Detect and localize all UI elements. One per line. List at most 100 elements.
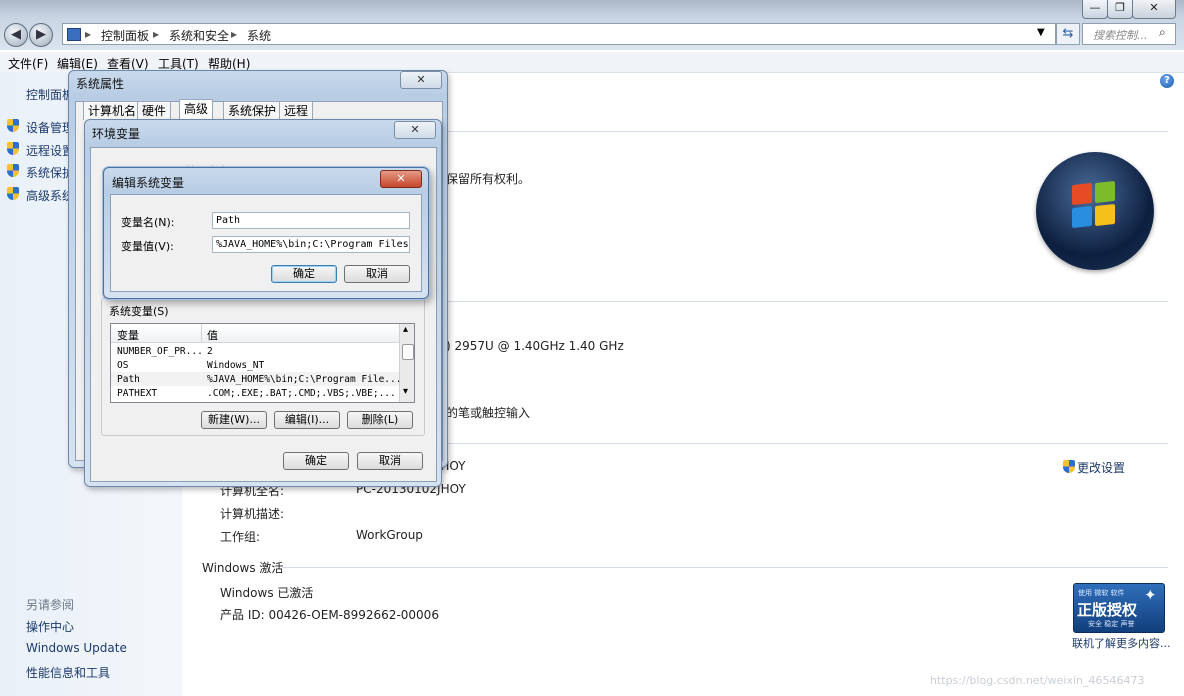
system-properties-title: 系统属性 bbox=[76, 77, 125, 91]
variable-value-label: 变量值(V): bbox=[121, 240, 174, 253]
breadcrumb-system[interactable]: 系统 bbox=[247, 27, 271, 44]
sidebar-item-protection[interactable]: 系统保护 bbox=[26, 164, 74, 181]
address-dropdown-icon[interactable]: ▼ bbox=[1037, 27, 1045, 38]
row-value: Windows_NT bbox=[207, 360, 265, 371]
table-row[interactable]: OS Windows_NT bbox=[111, 358, 399, 372]
system-properties-tabs: 计算机名 硬件 高级 系统保护 远程 bbox=[83, 99, 343, 121]
system-variables-label: 系统变量(S) bbox=[107, 303, 171, 319]
breadcrumb-system-security[interactable]: 系统和安全 bbox=[169, 27, 229, 44]
uac-shield-icon bbox=[7, 187, 19, 200]
tab-advanced[interactable]: 高级 bbox=[179, 99, 214, 120]
windows-logo bbox=[1036, 152, 1154, 270]
variable-value-field[interactable]: %JAVA_HOME%\bin;C:\Program Files (x86 bbox=[212, 236, 410, 253]
variable-name-field[interactable]: Path bbox=[212, 212, 410, 229]
new-variable-button[interactable]: 新建(W)... bbox=[201, 411, 267, 429]
tab-remote[interactable]: 远程 bbox=[279, 101, 314, 120]
breadcrumb-separator-icon: ▸ bbox=[153, 27, 160, 41]
row-variable: PATHEXT bbox=[117, 388, 158, 399]
sidebar-home-link[interactable]: 控制面板 bbox=[26, 86, 74, 103]
search-placeholder: 搜索控制... bbox=[1093, 29, 1148, 42]
row-variable: Path bbox=[117, 374, 140, 385]
link-performance-tools[interactable]: 性能信息和工具 bbox=[26, 664, 110, 681]
refresh-icon[interactable]: ⇆ bbox=[1056, 23, 1080, 45]
genuine-badge: 使用 微软 软件 正版授权 安全 稳定 声誉 ✦ bbox=[1073, 583, 1165, 633]
column-header-value[interactable]: 值 bbox=[207, 327, 218, 343]
breadcrumb-separator-icon: ▸ bbox=[85, 27, 92, 41]
table-row[interactable]: Path %JAVA_HOME%\bin;C:\Program File... bbox=[111, 372, 402, 386]
activation-status: Windows 已激活 bbox=[220, 586, 314, 600]
workgroup-label: 工作组: bbox=[220, 530, 261, 544]
column-header-variable[interactable]: 变量 bbox=[117, 327, 139, 343]
star-icon: ✦ bbox=[1144, 586, 1157, 604]
description-label: 计算机描述: bbox=[220, 507, 285, 521]
forward-button[interactable]: ▶ bbox=[29, 23, 53, 47]
link-action-center[interactable]: 操作中心 bbox=[26, 618, 74, 635]
row-value: %JAVA_HOME%\bin;C:\Program File... bbox=[207, 374, 402, 385]
genuine-badge-title: 正版授权 bbox=[1077, 601, 1138, 619]
environment-variables-title: 环境变量 bbox=[92, 127, 141, 141]
search-icon[interactable]: ⌕ bbox=[1159, 25, 1166, 40]
pen-touch-text: 的笔或触控输入 bbox=[446, 406, 531, 420]
edit-cancel-button[interactable]: 取消 bbox=[344, 265, 410, 283]
search-input[interactable]: 搜索控制... ⌕ bbox=[1082, 23, 1176, 45]
activation-heading: Windows 激活 bbox=[202, 561, 284, 575]
table-row[interactable]: PATHEXT .COM;.EXE;.BAT;.CMD;.VBS;.VBE;..… bbox=[111, 386, 399, 400]
uac-shield-icon bbox=[1063, 460, 1075, 473]
edit-variable-button[interactable]: 编辑(I)... bbox=[274, 411, 340, 429]
edit-variable-close-button[interactable]: ✕ bbox=[380, 170, 422, 188]
variable-name-label: 变量名(N): bbox=[121, 216, 175, 229]
see-also-heading: 另请参阅 bbox=[26, 598, 75, 612]
genuine-learn-more-link[interactable]: 联机了解更多内容... bbox=[1072, 635, 1171, 651]
tab-system-protection[interactable]: 系统保护 bbox=[223, 101, 282, 120]
workgroup-value: WorkGroup bbox=[356, 528, 423, 542]
scroll-down-icon[interactable]: ▾ bbox=[403, 386, 408, 397]
tab-computer-name[interactable]: 计算机名 bbox=[83, 101, 142, 120]
environment-variables-close-button[interactable]: ✕ bbox=[394, 121, 436, 139]
genuine-badge-sub: 安全 稳定 声誉 bbox=[1088, 620, 1135, 628]
breadcrumb-separator-icon: ▸ bbox=[231, 27, 238, 41]
minimize-button[interactable]: — bbox=[1082, 0, 1108, 19]
list-scrollbar[interactable]: ▴ ▾ bbox=[399, 324, 414, 402]
list-header: 变量 值 bbox=[111, 324, 399, 343]
sidebar-item-device-manager[interactable]: 设备管理 bbox=[26, 119, 74, 136]
uac-shield-icon bbox=[7, 164, 19, 177]
address-bar[interactable]: ▸ 控制面板 ▸ 系统和安全 ▸ 系统 ▼ bbox=[62, 23, 1056, 45]
menu-file[interactable]: 文件(F) bbox=[8, 55, 48, 72]
scroll-up-icon[interactable]: ▴ bbox=[403, 324, 408, 335]
maximize-button[interactable]: ❐ bbox=[1107, 0, 1133, 19]
edit-system-variable-dialog: 编辑系统变量 ✕ 变量名(N): Path 变量值(V): %JAVA_HOME… bbox=[103, 167, 429, 299]
env-cancel-button[interactable]: 取消 bbox=[357, 452, 423, 470]
link-windows-update[interactable]: Windows Update bbox=[26, 641, 127, 655]
breadcrumb-control-panel[interactable]: 控制面板 bbox=[101, 27, 149, 44]
processor-text: ) 2957U @ 1.40GHz 1.40 GHz bbox=[446, 339, 624, 353]
control-panel-icon bbox=[67, 28, 81, 41]
change-settings-link[interactable]: 更改设置 bbox=[1077, 459, 1125, 476]
row-value: .COM;.EXE;.BAT;.CMD;.VBS;.VBE;... bbox=[207, 388, 396, 399]
row-value: 2 bbox=[207, 346, 213, 357]
copyright-text: 保留所有权利。 bbox=[446, 172, 531, 186]
tab-hardware[interactable]: 硬件 bbox=[137, 101, 172, 120]
section-divider bbox=[282, 567, 1168, 568]
product-id: 产品 ID: 00426-OEM-8992662-00006 bbox=[220, 608, 439, 622]
section-divider bbox=[446, 131, 1168, 132]
uac-shield-icon bbox=[7, 142, 19, 155]
sidebar-item-advanced[interactable]: 高级系统 bbox=[26, 187, 74, 204]
sidebar-item-remote[interactable]: 远程设置 bbox=[26, 142, 74, 159]
help-icon[interactable]: ? bbox=[1160, 74, 1174, 88]
close-window-button[interactable]: ✕ bbox=[1132, 0, 1176, 19]
uac-shield-icon bbox=[7, 119, 19, 132]
genuine-badge-top: 使用 微软 软件 bbox=[1078, 589, 1125, 597]
back-button[interactable]: ◀ bbox=[4, 23, 28, 47]
section-divider bbox=[446, 443, 1168, 444]
table-row[interactable]: NUMBER_OF_PR... 2 bbox=[111, 344, 399, 358]
edit-ok-button[interactable]: 确定 bbox=[271, 265, 337, 283]
system-properties-close-button[interactable]: ✕ bbox=[400, 71, 442, 89]
env-ok-button[interactable]: 确定 bbox=[283, 452, 349, 470]
watermark-text: https://blog.csdn.net/weixin_46546473 bbox=[930, 674, 1145, 687]
row-variable: NUMBER_OF_PR... bbox=[117, 346, 203, 357]
row-variable: OS bbox=[117, 360, 129, 371]
edit-variable-title: 编辑系统变量 bbox=[112, 176, 185, 190]
system-variables-list[interactable]: 变量 值 NUMBER_OF_PR... 2 OS Windows_NT Pat… bbox=[110, 323, 415, 403]
scroll-thumb[interactable] bbox=[402, 344, 414, 360]
delete-variable-button[interactable]: 删除(L) bbox=[347, 411, 413, 429]
